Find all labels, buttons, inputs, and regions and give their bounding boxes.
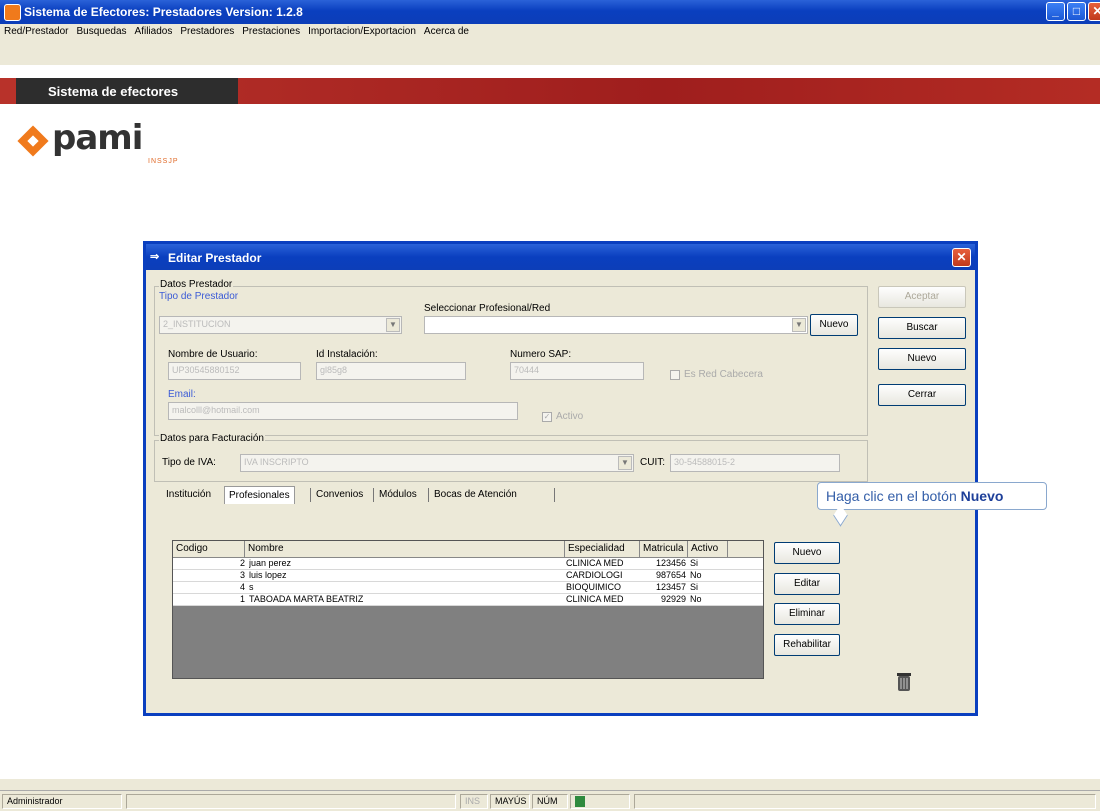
col-codigo[interactable]: Codigo bbox=[173, 541, 245, 557]
email-input[interactable]: malcolll@hotmail.com bbox=[168, 402, 518, 420]
instalacion-label: Id Instalación: bbox=[316, 349, 378, 360]
tab-institucion[interactable]: Institución bbox=[162, 486, 215, 504]
col-activo[interactable]: Activo bbox=[688, 541, 728, 557]
instalacion-input[interactable]: gl85g8 bbox=[316, 362, 466, 380]
tab-bocas-atencion[interactable]: Bocas de Atención bbox=[430, 486, 521, 504]
table-row[interactable]: 2 juan perez CLINICA MED 123456 Si bbox=[173, 558, 763, 570]
cuit-label: CUIT: bbox=[640, 457, 665, 468]
grid-nuevo-button[interactable]: Nuevo bbox=[774, 542, 840, 564]
table-row[interactable]: 1 TABOADA MARTA BEATRIZ CLINICA MED 9292… bbox=[173, 594, 763, 606]
logo-text: pami bbox=[52, 118, 143, 158]
menu-prestadores[interactable]: Prestadores bbox=[176, 24, 238, 37]
grid-rehabilitar-button[interactable]: Rehabilitar bbox=[774, 634, 840, 656]
cerrar-button[interactable]: Cerrar bbox=[878, 384, 966, 406]
tab-convenios[interactable]: Convenios bbox=[312, 486, 367, 504]
banner-title: Sistema de efectores bbox=[48, 84, 179, 99]
grid-eliminar-button[interactable]: Eliminar bbox=[774, 603, 840, 625]
chevron-down-icon[interactable]: ▼ bbox=[792, 318, 806, 332]
app-banner: Sistema de efectores bbox=[0, 78, 1100, 104]
menu-afiliados[interactable]: Afiliados bbox=[131, 24, 177, 37]
dialog-title: Editar Prestador bbox=[168, 251, 262, 265]
table-row[interactable]: 3 luis lopez CARDIOLOGI 987654 No bbox=[173, 570, 763, 582]
app-icon bbox=[4, 4, 21, 21]
tipo-prestador-select[interactable]: 2_INSTITUCION ▼ bbox=[159, 316, 402, 334]
grid-header: Codigo Nombre Especialidad Matricula Act… bbox=[173, 541, 763, 558]
status-pane-end bbox=[634, 794, 1096, 809]
maximize-button[interactable]: □ bbox=[1067, 2, 1086, 21]
datos-prestador-label: Datos Prestador bbox=[159, 279, 234, 290]
dialog-close-button[interactable]: ✕ bbox=[952, 248, 971, 267]
seleccionar-label: Seleccionar Profesional/Red bbox=[424, 303, 551, 314]
dialog-titlebar: ⇒ Editar Prestador ✕ bbox=[146, 244, 975, 270]
sap-input[interactable]: 70444 bbox=[510, 362, 644, 380]
col-matricula[interactable]: Matricula bbox=[640, 541, 688, 557]
callout-bold: Nuevo bbox=[960, 488, 1004, 504]
callout-text: Haga clic en el botón bbox=[826, 488, 961, 504]
sap-label: Numero SAP: bbox=[510, 349, 572, 360]
editar-prestador-dialog: ⇒ Editar Prestador ✕ Datos Prestador Tip… bbox=[143, 241, 978, 716]
activo-checkbox[interactable]: ✓ bbox=[542, 412, 552, 422]
email-label: Email: bbox=[168, 389, 196, 400]
menu-acerca-de[interactable]: Acerca de bbox=[420, 24, 473, 37]
tipo-prestador-label: Tipo de Prestador bbox=[159, 291, 239, 302]
nuevo-profesional-button[interactable]: Nuevo bbox=[810, 314, 858, 336]
iva-label: Tipo de IVA: bbox=[162, 457, 216, 468]
close-button[interactable]: ✕ bbox=[1088, 2, 1100, 21]
chevron-down-icon[interactable]: ▼ bbox=[618, 456, 632, 470]
cuit-input[interactable]: 30-54588015-2 bbox=[670, 454, 840, 472]
status-user: Administrador bbox=[2, 794, 122, 809]
activo-label: Activo bbox=[556, 411, 584, 422]
minimize-button[interactable]: _ bbox=[1046, 2, 1065, 21]
col-nombre[interactable]: Nombre bbox=[245, 541, 565, 557]
banner-title-box: Sistema de efectores bbox=[16, 78, 238, 104]
menu-prestaciones[interactable]: Prestaciones bbox=[238, 24, 304, 37]
table-row[interactable]: 4 s BIOQUIMICO 123457 Si bbox=[173, 582, 763, 594]
es-red-label: Es Red Cabecera bbox=[684, 369, 763, 380]
window-title: Sistema de Efectores: Prestadores Versio… bbox=[24, 5, 303, 19]
status-mayus: MAYÚS bbox=[490, 794, 530, 809]
nuevo-button[interactable]: Nuevo bbox=[878, 348, 966, 370]
facturacion-label: Datos para Facturación bbox=[159, 433, 265, 444]
usuario-input[interactable]: UP30545880152 bbox=[168, 362, 301, 380]
status-pane-clock bbox=[570, 794, 630, 809]
menu-red-prestador[interactable]: Red/Prestador bbox=[0, 24, 72, 37]
status-pane-2 bbox=[126, 794, 456, 809]
seleccionar-profesional-select[interactable]: ▼ bbox=[424, 316, 808, 334]
profesionales-grid[interactable]: Codigo Nombre Especialidad Matricula Act… bbox=[172, 540, 764, 679]
iva-select[interactable]: IVA INSCRIPTO ▼ bbox=[240, 454, 634, 472]
menu-importacion-exportacion[interactable]: Importacion/Exportacion bbox=[304, 24, 420, 37]
dialog-icon: ⇒ bbox=[150, 251, 160, 263]
logo-subtext: INSSJP bbox=[148, 158, 179, 165]
help-callout: Haga clic en el botón Nuevo bbox=[817, 482, 1047, 527]
trash-icon[interactable] bbox=[894, 671, 914, 693]
buscar-button[interactable]: Buscar bbox=[878, 317, 966, 339]
status-ins: INS bbox=[460, 794, 488, 809]
grid-editar-button[interactable]: Editar bbox=[774, 573, 840, 595]
col-especialidad[interactable]: Especialidad bbox=[565, 541, 640, 557]
status-bar: Administrador INS MAYÚS NÚM bbox=[0, 790, 1100, 811]
usuario-label: Nombre de Usuario: bbox=[168, 349, 258, 360]
menu-bar: Red/Prestador Busquedas Afiliados Prestador… bbox=[0, 24, 1100, 41]
tab-profesionales[interactable]: Profesionales bbox=[224, 486, 295, 504]
aceptar-button[interactable]: Aceptar bbox=[878, 286, 966, 308]
pami-logo: pami INSSJP bbox=[17, 118, 182, 170]
tab-modulos[interactable]: Módulos bbox=[375, 486, 421, 504]
chevron-down-icon[interactable]: ▼ bbox=[386, 318, 400, 332]
calculator-icon bbox=[575, 796, 585, 807]
status-num: NÚM bbox=[532, 794, 568, 809]
menu-busquedas[interactable]: Busquedas bbox=[72, 24, 130, 37]
window-titlebar: Sistema de Efectores: Prestadores Versio… bbox=[0, 0, 1100, 24]
es-red-checkbox[interactable] bbox=[670, 370, 680, 380]
